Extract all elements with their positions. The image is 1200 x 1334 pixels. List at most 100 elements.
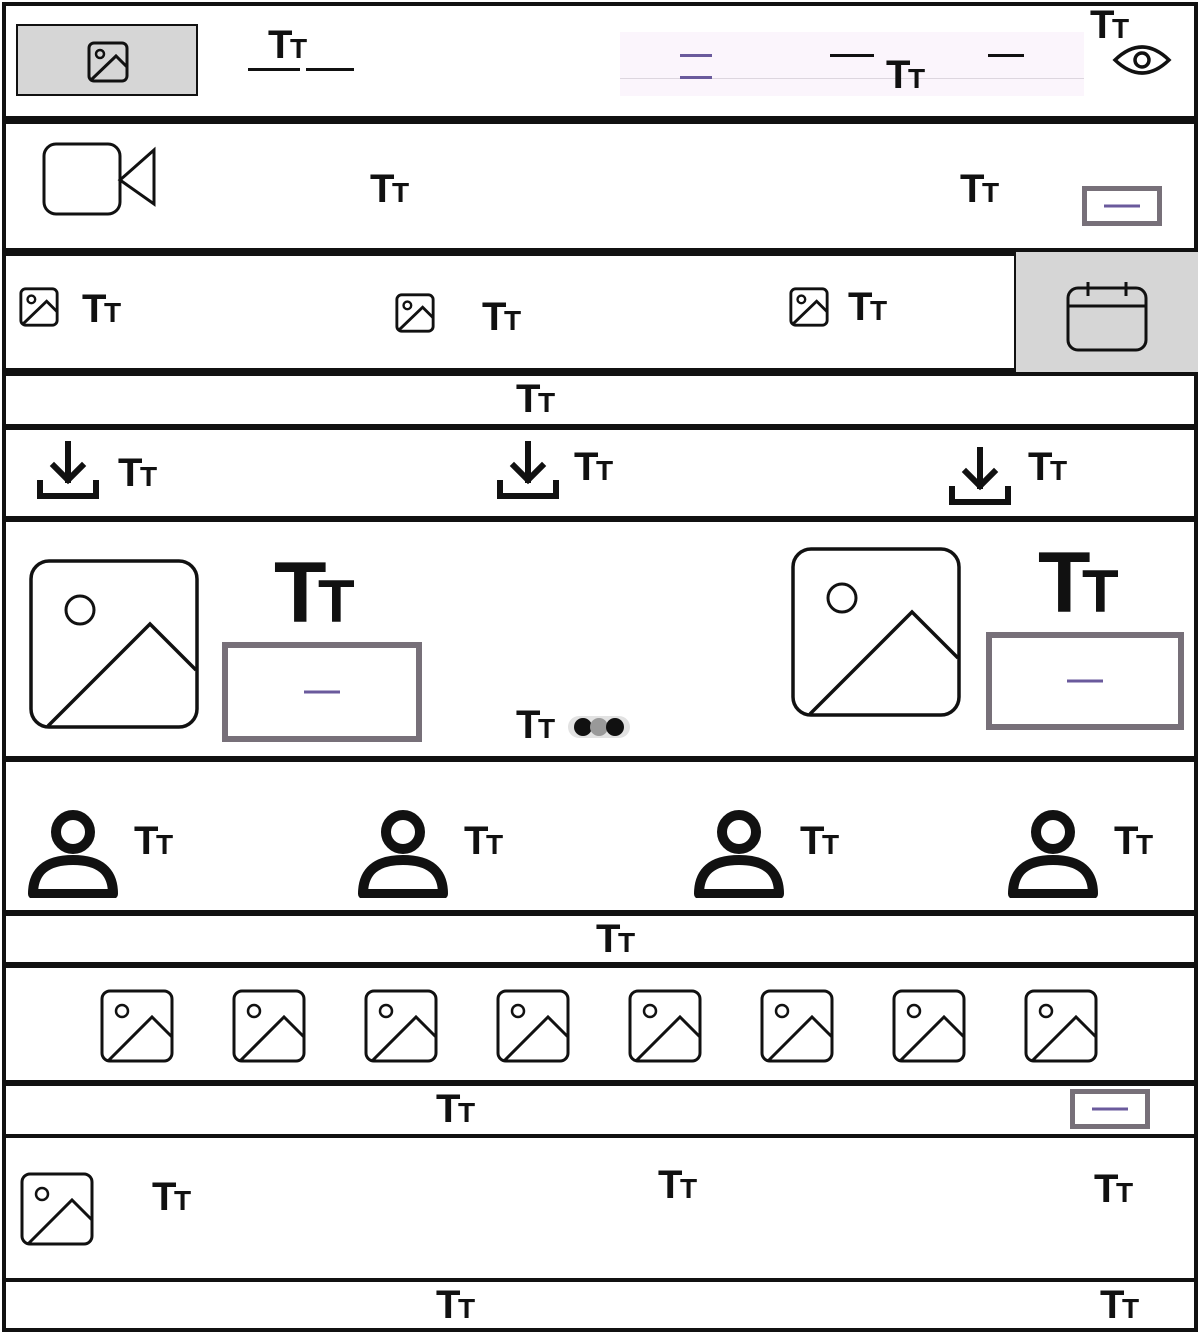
svg-text:T: T: [482, 295, 506, 339]
nav-tab-1-active-indicator: [680, 76, 712, 79]
image-icon[interactable]: [892, 989, 966, 1063]
logo-image[interactable]: [16, 24, 198, 96]
svg-text:T: T: [1028, 445, 1052, 489]
svg-text:T: T: [174, 1185, 191, 1216]
nav-tab-2-text-icon: TT: [886, 53, 932, 97]
image-icon[interactable]: [760, 989, 834, 1063]
image-icon[interactable]: [100, 989, 174, 1063]
svg-text:T: T: [574, 445, 598, 489]
bottom-bar: [2, 1278, 1198, 1332]
user-icon[interactable]: [694, 808, 784, 898]
svg-text:T: T: [516, 377, 540, 421]
image-icon[interactable]: [232, 989, 306, 1063]
image-icon[interactable]: [1024, 989, 1098, 1063]
image-icon: [789, 287, 829, 327]
svg-text:T: T: [982, 177, 999, 208]
nav-tab-1[interactable]: [680, 54, 712, 57]
footer-col-2-text-icon: TT: [658, 1163, 704, 1207]
image-icon: [87, 41, 129, 83]
svg-text:T: T: [464, 819, 488, 863]
footer-col-1-text-icon: TT: [152, 1175, 198, 1219]
cta-text-icon: TT: [436, 1087, 482, 1131]
eye-icon[interactable]: [1112, 40, 1172, 80]
svg-text:T: T: [1136, 829, 1153, 860]
image-icon[interactable]: [364, 989, 438, 1063]
carousel-slide-2-button[interactable]: [986, 632, 1184, 730]
carousel-slide-1-button[interactable]: [222, 642, 422, 742]
video-action-button[interactable]: [1082, 186, 1162, 226]
svg-text:T: T: [538, 387, 555, 418]
download-3-text-icon[interactable]: TT: [1028, 445, 1074, 489]
bottom-bar-right-text-icon: TT: [1100, 1283, 1146, 1327]
image-icon: [791, 547, 961, 717]
title-underline-1: [248, 68, 300, 71]
image-link-2-text-icon[interactable]: TT: [482, 295, 528, 339]
user-2-name-text-icon[interactable]: TT: [464, 819, 510, 863]
svg-text:T: T: [538, 713, 555, 744]
user-1-name-text-icon[interactable]: TT: [134, 819, 180, 863]
svg-text:T: T: [140, 461, 157, 492]
download-icon[interactable]: [496, 440, 560, 504]
user-3-name-text-icon[interactable]: TT: [800, 819, 846, 863]
svg-text:T: T: [886, 53, 910, 97]
site-title-text-icon: TT: [268, 23, 314, 67]
user-4-name-text-icon[interactable]: TT: [1114, 819, 1160, 863]
user-icon[interactable]: [358, 808, 448, 898]
nav-tabs: TT: [620, 32, 1084, 97]
svg-text:T: T: [1090, 3, 1114, 47]
cta-button[interactable]: [1070, 1089, 1150, 1129]
svg-text:T: T: [436, 1283, 460, 1327]
svg-text:T: T: [848, 285, 872, 329]
svg-text:T: T: [596, 455, 613, 486]
download-icon[interactable]: [948, 446, 1012, 510]
bottom-bar-left-text-icon: TT: [436, 1283, 482, 1327]
button-label-dash: [304, 690, 340, 694]
calendar-icon: [1066, 282, 1148, 352]
image-icon: [29, 559, 199, 729]
svg-text:T: T: [118, 451, 142, 495]
video-camera-icon[interactable]: [42, 142, 158, 218]
svg-text:T: T: [104, 297, 121, 328]
svg-text:T: T: [504, 305, 521, 336]
svg-text:T: T: [152, 1175, 176, 1219]
button-label-dash: [1067, 679, 1103, 683]
svg-text:T: T: [1114, 819, 1138, 863]
svg-text:T: T: [596, 917, 620, 961]
image-link-3-text-icon[interactable]: TT: [848, 285, 894, 329]
banner-text-icon: TT: [516, 377, 562, 421]
download-2-text-icon[interactable]: TT: [574, 445, 620, 489]
carousel-pagination: [568, 716, 630, 738]
image-icon: [20, 1172, 94, 1246]
carousel-dot-3[interactable]: [606, 718, 624, 736]
svg-text:T: T: [618, 927, 635, 958]
carousel-slide-1-title-icon: TT: [274, 545, 366, 641]
svg-text:T: T: [318, 568, 355, 635]
button-label-dash: [1092, 1107, 1128, 1111]
svg-text:T: T: [1094, 1167, 1118, 1211]
user-icon[interactable]: [1008, 808, 1098, 898]
download-1-text-icon[interactable]: TT: [118, 451, 164, 495]
video-meta-text-icon: TT: [960, 167, 1006, 211]
image-link-1-text-icon[interactable]: TT: [82, 287, 128, 331]
svg-text:T: T: [908, 63, 925, 94]
svg-text:T: T: [960, 167, 984, 211]
nav-tab-3[interactable]: [988, 54, 1024, 57]
svg-text:T: T: [1050, 455, 1067, 486]
svg-text:T: T: [822, 829, 839, 860]
svg-text:T: T: [1082, 558, 1119, 625]
download-icon[interactable]: [36, 440, 100, 504]
image-icon[interactable]: [628, 989, 702, 1063]
svg-text:T: T: [800, 819, 824, 863]
svg-text:T: T: [82, 287, 106, 331]
calendar-panel[interactable]: [1016, 252, 1198, 372]
carousel-slide-2-title-icon: TT: [1038, 535, 1130, 631]
gallery-section: [2, 964, 1198, 1084]
button-label-dash: [1104, 204, 1140, 208]
svg-text:T: T: [156, 829, 173, 860]
user-icon[interactable]: [28, 808, 118, 898]
image-icon: [19, 287, 59, 327]
banner-section: [2, 372, 1198, 428]
nav-tab-2[interactable]: [830, 54, 874, 57]
svg-text:T: T: [870, 295, 887, 326]
image-icon[interactable]: [496, 989, 570, 1063]
